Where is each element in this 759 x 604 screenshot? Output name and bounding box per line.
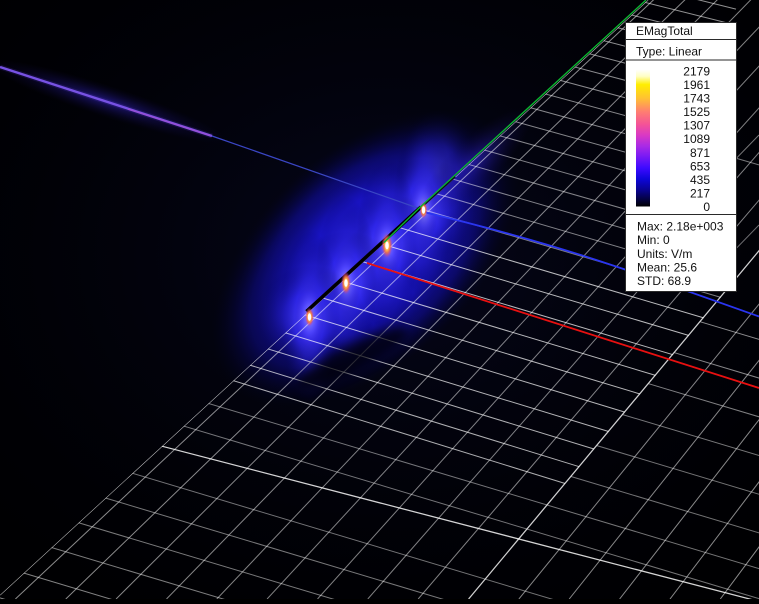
svg-text:Type: Linear: Type: Linear [636, 45, 702, 59]
svg-text:1525: 1525 [683, 105, 710, 119]
svg-text:Min: 0: Min: 0 [637, 233, 670, 247]
svg-text:1961: 1961 [683, 78, 710, 92]
svg-text:STD: 68.9: STD: 68.9 [637, 274, 691, 288]
svg-text:871: 871 [690, 146, 710, 160]
svg-text:217: 217 [690, 186, 710, 200]
svg-text:1743: 1743 [683, 92, 710, 106]
svg-text:EMagTotal: EMagTotal [636, 24, 693, 38]
svg-text:Mean: 25.6: Mean: 25.6 [637, 260, 697, 274]
svg-text:2179: 2179 [683, 65, 710, 79]
svg-text:Max: 2.18e+003: Max: 2.18e+003 [637, 220, 724, 234]
svg-text:653: 653 [690, 159, 710, 173]
svg-text:1089: 1089 [683, 132, 710, 146]
svg-text:435: 435 [690, 173, 710, 187]
svg-text:1307: 1307 [683, 119, 710, 133]
svg-text:0: 0 [703, 200, 710, 214]
svg-text:Units: V/m: Units: V/m [637, 247, 692, 261]
